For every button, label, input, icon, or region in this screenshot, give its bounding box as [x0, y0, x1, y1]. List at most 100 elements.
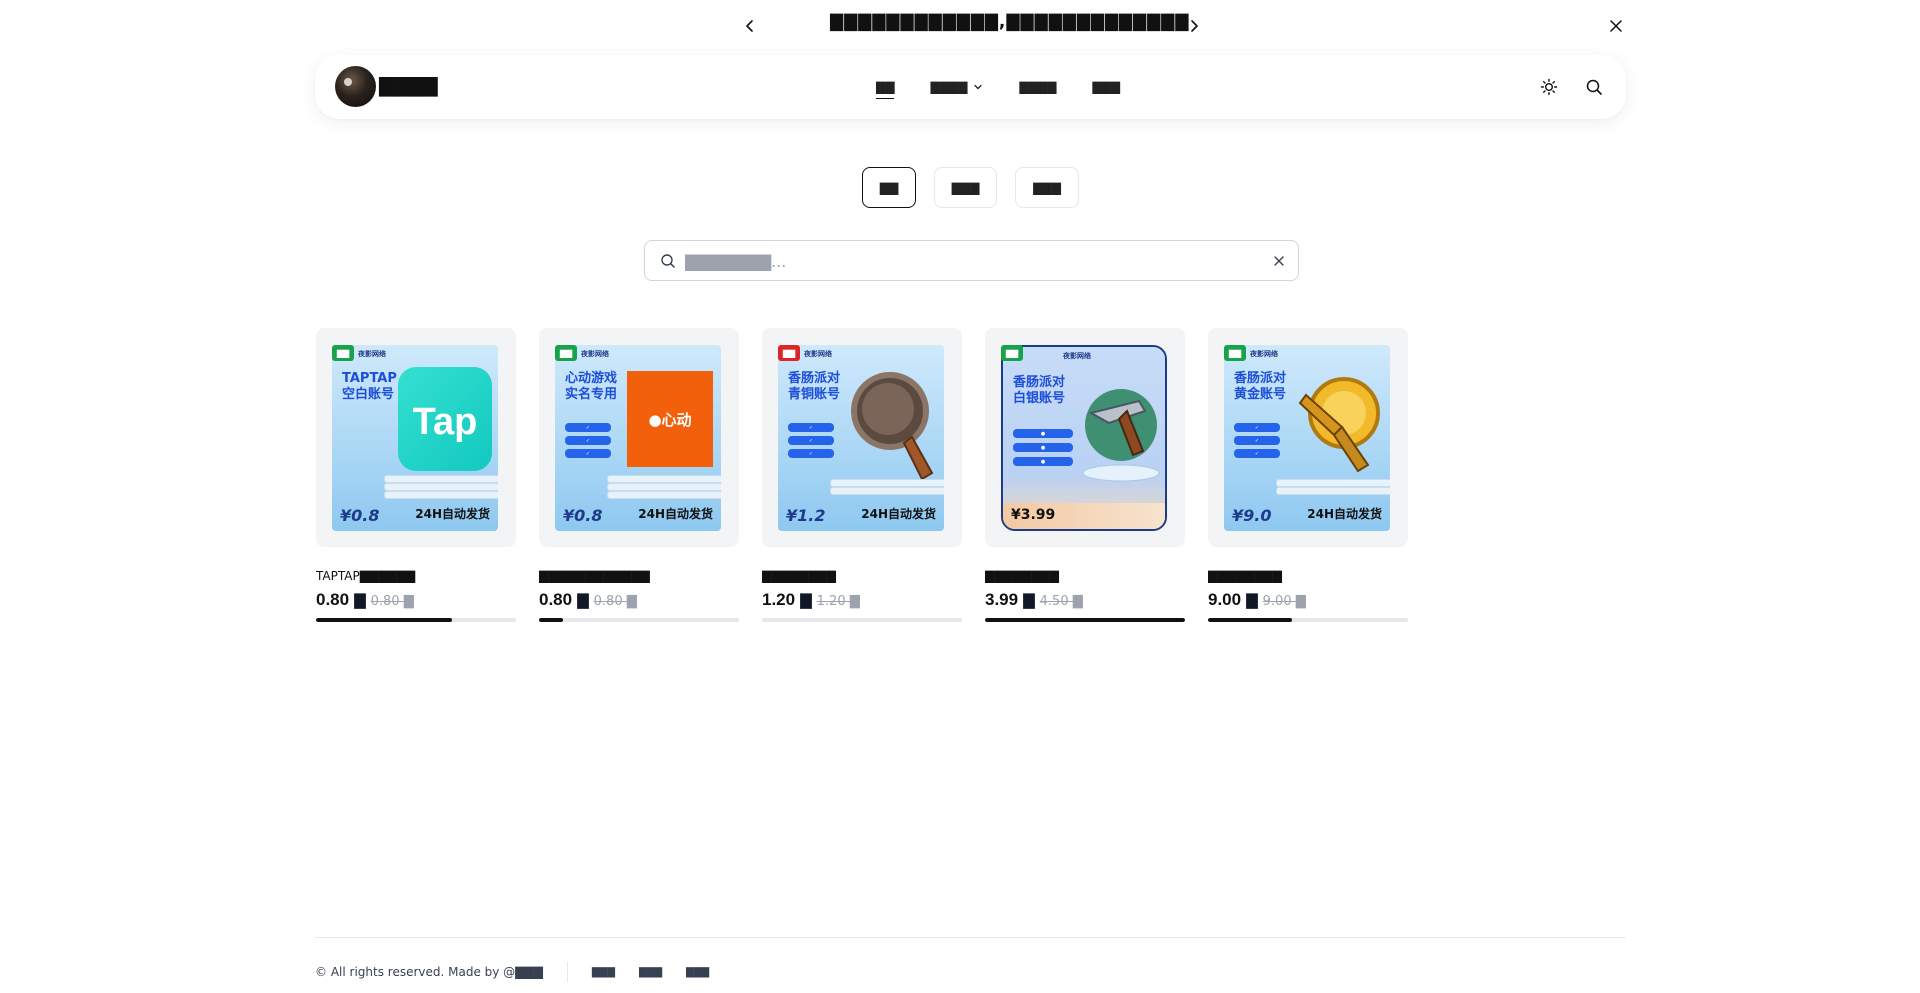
product-card[interactable]: 夜影网络 香肠派对 白银账号 ● ● ● ¥3.99 ▇▇ ▇▇▇▇▇▇▇▇ 3… [985, 328, 1185, 622]
art-top-label: 夜影网络 [804, 350, 832, 358]
category-tabs: ▇▇ ▇▇▇ ▇▇▇ [0, 167, 1920, 209]
product-art: 夜影网络 心动游戏 实名专用 ●心动 ✓ ✓ ✓ ¥0.8 24H自动发货 [555, 345, 721, 531]
product-image[interactable]: 夜影网络 TAPTAP 空白账号 Tap ¥0.8 24H自动发货 ▇▇ [316, 328, 516, 547]
product-name[interactable]: ▇▇▇▇▇▇▇▇ [762, 567, 962, 585]
nav-item-4[interactable]: ▇▇▇ [1092, 77, 1120, 97]
art-shipping: 24H自动发货 [415, 507, 490, 521]
stock-bar [762, 618, 962, 622]
footer-separator [566, 962, 568, 982]
product-card[interactable]: 夜影网络 香肠派对 青铜账号 ✓ ✓ ✓ ¥1.2 24H自动发货 ▇▇ ▇▇▇… [762, 328, 962, 622]
product-image[interactable]: 夜影网络 香肠派对 黄金账号 ✓ ✓ ✓ ¥9.0 24H自动发货 ▇▇ [1208, 328, 1408, 547]
stock-bar [316, 618, 516, 622]
art-top-label: 夜影网络 [358, 350, 386, 358]
stock-bar-fill [985, 618, 1185, 622]
product-name[interactable]: ▇▇▇▇▇▇▇▇▇▇▇▇ [539, 567, 739, 585]
product-price: 3.99 ▇ 4.50 ▇ [985, 590, 1185, 612]
status-badge: ▇▇ [1001, 345, 1023, 361]
art-title: 香肠派对 黄金账号 [1234, 371, 1287, 402]
avatar[interactable] [335, 66, 376, 107]
product-price: 0.80 ▇ 0.80 ▇ [539, 590, 739, 612]
product-price: 1.20 ▇ 1.20 ▇ [762, 590, 962, 612]
status-badge: ▇▇ [1224, 345, 1246, 361]
revolver-icon [1079, 383, 1163, 483]
stock-bar-fill [1208, 618, 1292, 622]
art-shipping: 24H自动发货 [861, 507, 936, 521]
search-icon[interactable] [1582, 75, 1606, 99]
sun-icon[interactable] [1537, 75, 1561, 99]
close-icon[interactable] [1604, 14, 1628, 38]
art-top-label: 夜影网络 [1063, 352, 1091, 360]
product-name[interactable]: ▇▇▇▇▇▇▇▇ [1208, 567, 1408, 585]
product-art: 夜影网络 香肠派对 白银账号 ● ● ● ¥3.99 [1001, 345, 1167, 531]
nav-item-label: ▇▇▇ [1092, 80, 1120, 94]
original-price: 4.50 ▇ [1039, 594, 1083, 609]
frying-pan-icon [850, 365, 936, 485]
xd-logo-icon: ●心动 [627, 371, 713, 467]
stock-bar [1208, 618, 1408, 622]
tab-label: ▇▇▇ [1033, 180, 1061, 195]
tab-all[interactable]: ▇▇ [862, 167, 916, 208]
clear-icon[interactable] [1270, 252, 1288, 270]
original-price: 1.20 ▇ [816, 594, 860, 609]
current-price: 0.80 [539, 590, 573, 609]
product-image[interactable]: 夜影网络 香肠派对 白银账号 ● ● ● ¥3.99 ▇▇ [985, 328, 1185, 547]
art-title: TAPTAP 空白账号 [342, 371, 397, 402]
stock-bar [985, 618, 1185, 622]
product-card[interactable]: 夜影网络 香肠派对 黄金账号 ✓ ✓ ✓ ¥9.0 24H自动发货 ▇▇ ▇▇▇… [1208, 328, 1408, 622]
product-card[interactable]: 夜影网络 TAPTAP 空白账号 Tap ¥0.8 24H自动发货 ▇▇ TAP… [316, 328, 516, 622]
product-art: 夜影网络 香肠派对 黄金账号 ✓ ✓ ✓ ¥9.0 24H自动发货 [1224, 345, 1390, 531]
nav-item-dropdown[interactable]: ▇▇▇▇ [930, 77, 983, 97]
product-image[interactable]: 夜影网络 心动游戏 实名专用 ●心动 ✓ ✓ ✓ ¥0.8 24H自动发货 ▇▇ [539, 328, 739, 547]
brand-name[interactable]: ▇▇▇▇ [379, 75, 437, 97]
nav-item-label: ▇▇ [876, 80, 895, 94]
search-input[interactable] [685, 247, 1255, 275]
site-footer: © All rights reserved. Made by @▇▇▇ ▇▇▇ … [315, 962, 733, 982]
footer-link[interactable]: ▇▇▇ [639, 967, 662, 978]
currency: ▇ [354, 591, 366, 609]
nav-item-3[interactable]: ▇▇▇▇ [1019, 77, 1056, 97]
product-name[interactable]: TAPTAP▇▇▇▇▇▇ [316, 567, 516, 585]
currency: ▇ [1246, 591, 1258, 609]
art-shipping: 24H自动发货 [638, 507, 713, 521]
art-title: 香肠派对 白银账号 [1013, 375, 1066, 406]
chevron-right-icon[interactable] [1182, 14, 1206, 38]
nav-item-home[interactable]: ▇▇ [876, 77, 895, 99]
art-price: ¥3.99 [1011, 507, 1056, 523]
current-price: 9.00 [1208, 590, 1242, 609]
tab-label: ▇▇ [879, 180, 899, 195]
stock-bar-fill [316, 618, 452, 622]
original-price: 0.80 ▇ [370, 594, 414, 609]
stock-bar [539, 618, 739, 622]
copyright-text: © All rights reserved. Made by @▇▇▇ [315, 965, 543, 979]
product-price: 9.00 ▇ 9.00 ▇ [1208, 590, 1408, 612]
art-shipping: 24H自动发货 [1307, 507, 1382, 521]
art-price: ¥1.2 [786, 506, 826, 525]
current-price: 0.80 [316, 590, 350, 609]
chevron-down-icon [973, 78, 983, 98]
art-price: ¥0.8 [340, 506, 380, 525]
product-card[interactable]: 夜影网络 心动游戏 实名专用 ●心动 ✓ ✓ ✓ ¥0.8 24H自动发货 ▇▇… [539, 328, 739, 622]
chevron-left-icon[interactable] [738, 14, 762, 38]
footer-divider [315, 937, 1626, 938]
nav-item-label: ▇▇▇▇ [1019, 80, 1057, 94]
product-art: 夜影网络 香肠派对 青铜账号 ✓ ✓ ✓ ¥1.2 24H自动发货 [778, 345, 944, 531]
art-price: ¥0.8 [563, 506, 603, 525]
golden-pan-icon [1298, 369, 1384, 479]
product-name[interactable]: ▇▇▇▇▇▇▇▇ [985, 567, 1185, 585]
product-search [644, 240, 1299, 281]
currency: ▇ [1023, 591, 1035, 609]
footer-link[interactable]: ▇▇▇ [686, 967, 709, 978]
product-image[interactable]: 夜影网络 香肠派对 青铜账号 ✓ ✓ ✓ ¥1.2 24H自动发货 ▇▇ [762, 328, 962, 547]
status-badge: ▇▇ [778, 345, 800, 361]
search-icon [659, 252, 677, 270]
announcement-text: ▇▇▇▇▇▇▇▇▇▇▇▇,▇▇▇▇▇▇▇▇▇▇▇▇▇ [830, 12, 1190, 32]
footer-link[interactable]: ▇▇▇ [592, 967, 615, 978]
site-header: ▇▇▇▇ ▇▇ ▇▇▇▇ ▇▇▇▇ ▇▇▇ [315, 55, 1626, 119]
art-title: 心动游戏 实名专用 [565, 371, 618, 402]
currency: ▇ [577, 591, 589, 609]
announcement-bar: ▇▇▇▇▇▇▇▇▇▇▇▇,▇▇▇▇▇▇▇▇▇▇▇▇▇ [0, 0, 1920, 52]
tab-2[interactable]: ▇▇▇ [934, 167, 997, 208]
tab-3[interactable]: ▇▇▇ [1015, 167, 1079, 208]
product-price: 0.80 ▇ 0.80 ▇ [316, 590, 516, 612]
status-badge: ▇▇ [332, 345, 354, 361]
